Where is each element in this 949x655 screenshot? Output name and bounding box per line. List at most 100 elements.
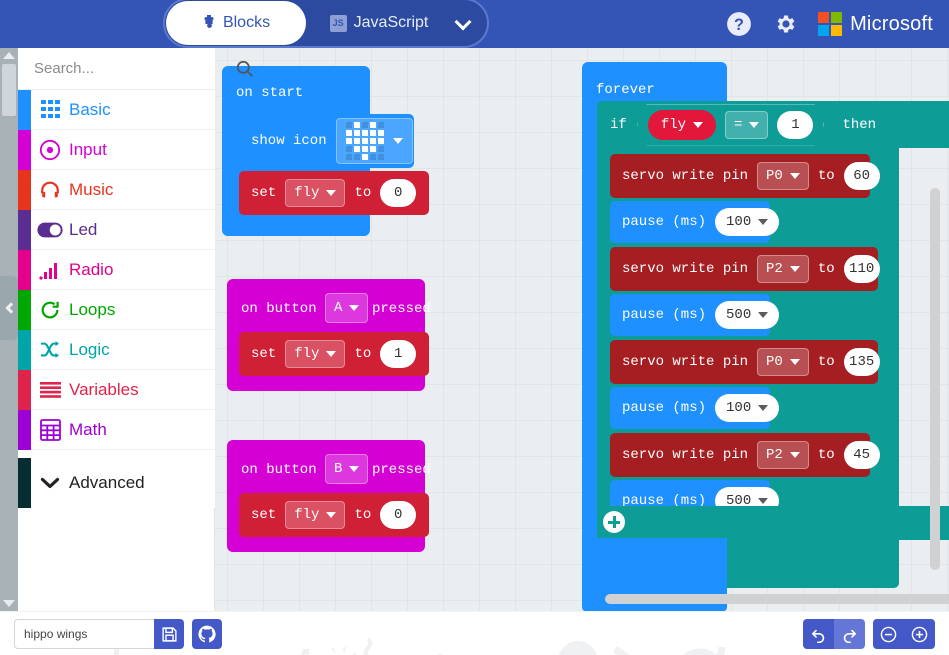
zoom-in-button[interactable] [904, 619, 935, 649]
calculator-icon [31, 418, 69, 441]
gear-icon [777, 15, 795, 33]
pin-dropdown[interactable]: P2 [757, 255, 809, 283]
plus-circle-icon [911, 626, 928, 642]
toolbox-category-led[interactable]: Led [18, 210, 215, 250]
pause-duration-dropdown[interactable]: 500 [715, 301, 780, 329]
search-icon[interactable] [235, 59, 254, 78]
lines-icon [31, 381, 69, 399]
makecode-editor: Blocks JS JavaScript ? Microsoft Search.… [0, 0, 949, 655]
editor-dropdown-button[interactable] [444, 8, 482, 40]
help-button[interactable]: ? [716, 0, 762, 48]
redo-icon [843, 629, 857, 643]
chevron-down-icon [749, 122, 759, 128]
toolbox-category-music[interactable]: Music [18, 170, 215, 210]
category-stripe [18, 130, 31, 170]
category-label: Loops [69, 299, 116, 319]
variable-reporter-fly[interactable]: fly [648, 110, 716, 140]
block-servo-write-3[interactable]: servo write pin P0 to 135 [610, 340, 880, 384]
workspace-vertical-scrollbar[interactable] [930, 188, 940, 570]
value-input[interactable]: 1 [380, 340, 417, 368]
block-pause-1[interactable]: pause (ms) 100 [610, 201, 780, 243]
value-input[interactable]: 0 [380, 179, 417, 207]
puzzle-piece-icon [202, 15, 216, 31]
workspace-horizontal-scrollbar[interactable] [605, 594, 949, 604]
value-input[interactable]: 0 [380, 501, 417, 529]
pause-label: pause (ms) [622, 307, 707, 323]
if-add-else-button[interactable] [603, 511, 625, 533]
block-if-footer[interactable] [597, 506, 949, 540]
toolbox-category-basic[interactable]: Basic [18, 90, 215, 130]
redo-button[interactable] [834, 619, 865, 649]
button-b-dropdown[interactable]: B [325, 454, 369, 484]
toolbox-category-radio[interactable]: Radio [18, 250, 215, 290]
category-separator [18, 450, 215, 458]
project-name-input[interactable] [14, 619, 154, 649]
pin-value: P2 [766, 261, 783, 277]
block-on-button-a-suffix: pressed [372, 301, 431, 317]
toolbox-category-loops[interactable]: Loops [18, 290, 215, 330]
led-matrix-preview [345, 122, 384, 160]
search-input[interactable] [18, 59, 235, 78]
comparison-boolean[interactable]: fly = 1 [637, 104, 825, 146]
variable-dropdown[interactable]: fly [285, 340, 346, 368]
toolbox-scroll-thumb[interactable] [2, 64, 16, 116]
angle-input[interactable]: 45 [843, 441, 880, 469]
servo-label: servo write pin [622, 354, 749, 370]
to-label: to [817, 354, 835, 370]
variable-name: fly [294, 346, 320, 362]
pause-duration-dropdown[interactable]: 100 [715, 208, 780, 236]
icon-picker-field[interactable] [335, 118, 413, 164]
scroll-down-arrow-icon[interactable] [3, 600, 15, 607]
settings-button[interactable] [762, 0, 808, 48]
headphones-icon [31, 179, 69, 201]
variable-dropdown[interactable]: fly [285, 501, 346, 529]
variable-dropdown[interactable]: fly [285, 179, 346, 207]
toolbox-category-advanced[interactable]: Advanced [18, 458, 215, 508]
block-servo-write-2[interactable]: servo write pin P2 to 110 [610, 247, 880, 291]
angle-input[interactable]: 60 [843, 162, 880, 190]
toolbox-collapse-button[interactable] [0, 276, 18, 340]
servo-label: servo write pin [622, 168, 749, 184]
undo-icon [811, 629, 825, 643]
operator-dropdown[interactable]: = [725, 111, 768, 139]
scroll-up-arrow-icon[interactable] [3, 52, 15, 59]
toolbox-category-math[interactable]: Math [18, 410, 215, 450]
microsoft-logo[interactable]: Microsoft [818, 12, 933, 36]
category-stripe [18, 210, 31, 250]
zoom-out-button[interactable] [873, 619, 904, 649]
pin-dropdown[interactable]: P0 [757, 162, 809, 190]
pin-dropdown[interactable]: P2 [757, 441, 809, 469]
toolbox-search [18, 48, 254, 90]
toolbox-category-logic[interactable]: Logic [18, 330, 215, 370]
undo-button[interactable] [803, 619, 834, 649]
angle-input[interactable]: 110 [843, 255, 880, 283]
pin-dropdown[interactable]: P0 [757, 348, 809, 376]
toggle-icon [31, 222, 69, 238]
save-button[interactable] [154, 619, 184, 649]
toolbox-category-variables[interactable]: Variables [18, 370, 215, 410]
block-set-fly-a[interactable]: set fly to 1 [239, 332, 429, 376]
chevron-down-icon [758, 219, 769, 225]
block-show-icon[interactable]: show icon [239, 114, 414, 168]
github-button[interactable] [192, 619, 222, 649]
block-pause-2[interactable]: pause (ms) 500 [610, 294, 780, 336]
block-set-fly-start[interactable]: set fly to 0 [239, 171, 429, 215]
block-servo-write-4[interactable]: servo write pin P2 to 45 [610, 433, 880, 477]
block-servo-write-1[interactable]: servo write pin P0 to 60 [610, 154, 880, 198]
chevron-down-icon [326, 190, 337, 196]
blocks-workspace[interactable]: on start show icon set fly to 0 on butto… [215, 48, 949, 611]
operator-value: = [734, 116, 743, 133]
block-if-then-header[interactable]: if fly = 1 then [597, 101, 949, 148]
pause-duration-dropdown[interactable]: 100 [715, 394, 780, 422]
angle-input[interactable]: 135 [843, 348, 880, 376]
block-set-fly-b[interactable]: set fly to 0 [239, 493, 429, 537]
toolbox-category-input[interactable]: Input [18, 130, 215, 170]
tab-blocks[interactable]: Blocks [166, 1, 306, 45]
block-pause-3[interactable]: pause (ms) 100 [610, 387, 780, 429]
button-a-dropdown[interactable]: A [325, 293, 369, 323]
tab-javascript[interactable]: JS JavaScript [318, 1, 440, 45]
chevron-down-icon [789, 266, 800, 272]
block-on-start-label: on start [236, 85, 304, 101]
chevron-down-icon [349, 466, 360, 472]
comparison-value-input[interactable]: 1 [777, 111, 813, 139]
